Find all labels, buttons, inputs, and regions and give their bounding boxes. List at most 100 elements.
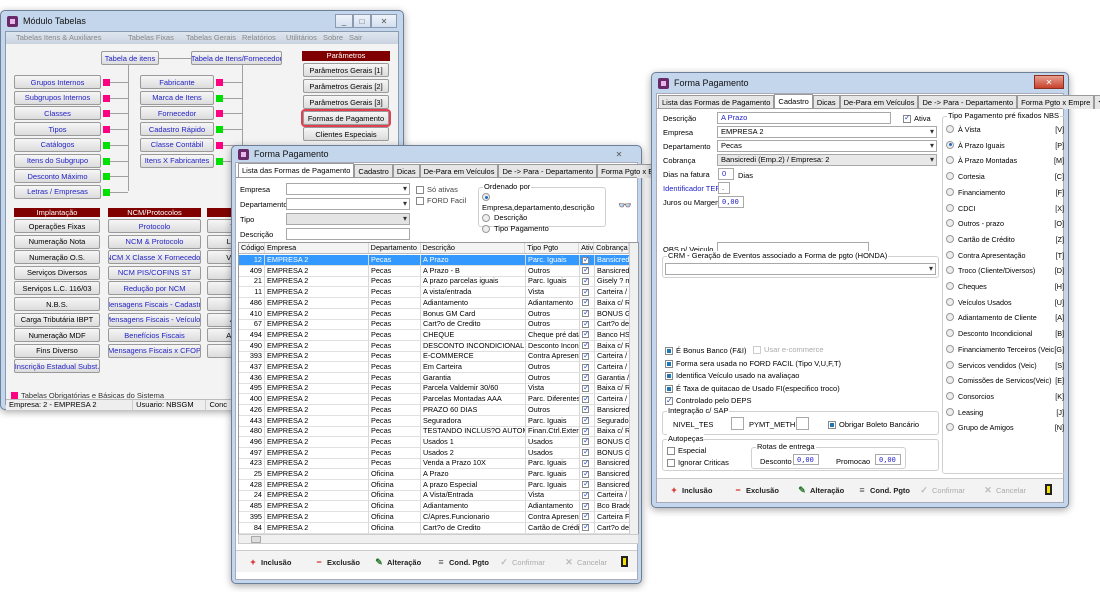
table-row[interactable]: 495 EMPRESA 2 Pecas Parcela Valdemir 30/60 V…	[239, 383, 630, 395]
toolbar-cond-pgto-button[interactable]: ≡ Cond. Pgto	[857, 485, 910, 495]
tab-cadastro[interactable]: Cadastro	[774, 94, 813, 109]
toolbar-cond-pgto-button[interactable]: ≡ Cond. Pgto	[436, 557, 489, 567]
especial-checkbox[interactable]: Especial	[667, 446, 706, 456]
column-header-co-digo[interactable]: Código	[239, 243, 265, 253]
button-carga-tributa-ria-ibpt[interactable]: Carga Tributária IBPT	[14, 312, 100, 327]
button-fins-diverso[interactable]: Fins Diverso	[14, 343, 100, 358]
button-classe-conta-bil[interactable]: Classe Contábil	[140, 137, 214, 152]
button-itens-x-fabricantes[interactable]: Itens X Fabricantes	[140, 153, 214, 168]
column-header-empresa[interactable]: Empresa	[265, 243, 369, 253]
ativa-checkbox[interactable]	[582, 394, 590, 404]
tab-de-para-em-vei-culos[interactable]: De-Para em Veículos	[419, 164, 499, 178]
table-row[interactable]: 409EMPRESA 2PecasA Prazo - BOutros Bansic…	[239, 265, 630, 277]
column-header-ativa[interactable]: Ativa	[579, 243, 595, 253]
exit-door-icon[interactable]	[1045, 484, 1052, 495]
column-header-descric-a-o[interactable]: Descrição	[421, 243, 526, 253]
crm-select[interactable]	[665, 263, 936, 275]
descricao-input[interactable]	[286, 228, 410, 240]
close-button[interactable]: ✕	[1034, 75, 1064, 89]
ativa-checkbox[interactable]	[582, 266, 590, 275]
toolbar-inclusa-o-button[interactable]: + Inclusão	[669, 485, 712, 495]
button-numerac-a-o-mdf[interactable]: Numeração MDF	[14, 328, 100, 343]
table-row[interactable]: 486 EMPRESA 2 Pecas Adiantamento Adiantament…	[239, 297, 630, 309]
horizontal-scrollbar[interactable]	[238, 534, 639, 544]
obrigar-boleto-checkbox[interactable]: Obrigar Boleto Bancário	[828, 420, 919, 430]
dias-input[interactable]: 0	[718, 168, 734, 180]
button-numerac-a-o-o-s[interactable]: Numeração O.S.	[14, 250, 100, 265]
ativa-checkbox[interactable]	[582, 351, 590, 361]
vertical-scrollbar[interactable]	[629, 243, 638, 540]
table-row[interactable]: 480 EMPRESA 2 Pecas TESTANDO INCLUS?O AUTOM…	[239, 426, 630, 438]
table-row[interactable]: 67EMPRESA 2PecasCart?o de CreditoOutros C…	[239, 319, 630, 331]
button-ncm-pis-cofins-st[interactable]: NCM PIS/COFINS ST	[108, 265, 201, 280]
button-tipos[interactable]: Tipos	[14, 122, 101, 137]
ativa-checkbox[interactable]	[582, 437, 590, 446]
close-button[interactable]: ✕	[604, 147, 634, 161]
departamento-select[interactable]	[286, 198, 410, 210]
button-mensagens-fiscais-x-cfop[interactable]: Mensagens Fiscais x CFOP	[108, 343, 201, 358]
tipo-radio-vei-culos-usados[interactable]: Veículos Usados [U]	[946, 297, 1064, 307]
usar-ecommerce-checkbox[interactable]: Usar e-commerce	[753, 345, 824, 355]
button-benefi-cios-fiscais[interactable]: Benefícios Fiscais	[108, 328, 201, 343]
ativa-checkbox[interactable]	[582, 523, 590, 532]
tab-dicas[interactable]: Dicas	[812, 95, 840, 109]
juros-input[interactable]: 0,00	[718, 196, 744, 208]
button-reduc-a-o-por-ncm[interactable]: Redução por NCM	[108, 281, 201, 296]
table-row[interactable]: 393 EMPRESA 2 Pecas E-COMMERCE Contra Aprese…	[239, 351, 630, 363]
button-numerac-a-o-nota[interactable]: Numeração Nota	[14, 234, 100, 249]
table-row[interactable]: 496EMPRESA 2PecasUsados 1Usados BONUS G	[239, 436, 630, 448]
table-row[interactable]: 25EMPRESA 2OficinaA PrazoParc. Iguais Ban…	[239, 469, 630, 480]
table-row[interactable]: 485 EMPRESA 2 Oficina Adiantamento Adiantame…	[239, 501, 630, 513]
ativa-checkbox[interactable]	[582, 405, 590, 414]
button-n-b-s[interactable]: N.B.S.	[14, 297, 100, 311]
table-row[interactable]: 11EMPRESA 2PecasA vista/entradaVista Cart…	[239, 287, 630, 299]
button-cadastro-ra-pido[interactable]: Cadastro Rápido	[140, 122, 214, 137]
toolbar-inclusa-o-button[interactable]: + Inclusão	[248, 557, 291, 567]
table-row[interactable]: 494EMPRESA 2PecasCHEQUECheque pré data Ba…	[239, 329, 630, 341]
tipo-radio-adiantamento-de-cliente[interactable]: Adiantamento de Cliente [A]	[946, 313, 1064, 322]
tipo-radio-leasing[interactable]: Leasing [J]	[946, 407, 1064, 417]
top-button-tabela-de-itens-fornecedor[interactable]: Tabela de Itens/Fornecedor	[191, 51, 282, 65]
tab-lista-das-formas-de-pagamento[interactable]: Lista das Formas de Pagamento	[238, 163, 355, 178]
button-fornecedor[interactable]: Fornecedor	[140, 106, 214, 121]
ordenado-radio-descric-a-o[interactable]: Descrição	[482, 213, 605, 224]
ativa-checkbox[interactable]	[582, 480, 590, 489]
search-glasses-icon[interactable]: 👓	[618, 199, 632, 212]
button-ncm-protocolo[interactable]: NCM & Protocolo	[108, 234, 201, 249]
button-servic-os-l-c-116-03[interactable]: Serviços L.C. 116/03	[14, 281, 100, 296]
ativa-checkbox[interactable]	[582, 319, 590, 329]
desconto-input[interactable]: 0,00	[793, 454, 819, 465]
tipo-radio-consorcios[interactable]: Consorcios [K]	[946, 391, 1064, 401]
button-classes[interactable]: Classes	[14, 106, 101, 121]
tef-input[interactable]: .	[718, 182, 730, 194]
ativa-checkbox[interactable]	[582, 416, 590, 425]
tab-lista-das-formas-de-pagamento[interactable]: Lista das Formas de Pagamento	[658, 95, 775, 109]
so-ativas-checkbox[interactable]: Só ativas	[416, 185, 458, 195]
ordenado-radio-empresa-departamento-descric-a-o[interactable]: Empresa,departamento,descrição	[482, 192, 605, 213]
ativa-checkbox[interactable]	[582, 362, 590, 372]
tab-scroll-arrows[interactable]: ◂▸	[1094, 95, 1100, 109]
tipo-radio-a-prazo-montadas[interactable]: À Prazo Montadas [M]	[946, 156, 1064, 165]
table-row[interactable]: 426EMPRESA 2PecasPRAZO 60 DIASOutros Bans…	[239, 404, 630, 416]
table-row[interactable]: 437EMPRESA 2PecasEm CarteiraOutros Cartei…	[239, 362, 630, 373]
button-mensagens-fiscais-cadastro[interactable]: Mensagens Fiscais - Cadastro	[108, 297, 201, 311]
column-header-departamento[interactable]: Departamento	[369, 243, 421, 253]
checkbox-e-taxa-de-quitacao-de-usado-fi-especifico-troco[interactable]: É Taxa de quitacao de Usado FI(especific…	[665, 383, 841, 396]
tab-de-para-departamento[interactable]: De -> Para - Departamento	[918, 95, 1018, 109]
ativa-checkbox[interactable]	[582, 501, 590, 511]
table-row[interactable]: 423 EMPRESA 2 Pecas Venda a Prazo 10X Parc. …	[239, 458, 630, 470]
empresa-select[interactable]	[286, 183, 410, 195]
toolbar-exclusa-o-button[interactable]: − Exclusão	[314, 557, 360, 567]
button-operac-o-es-fixas[interactable]: Operações Fixas	[14, 219, 100, 233]
tab-de-para-em-vei-culos[interactable]: De-Para em Veículos	[839, 95, 919, 109]
departamento-select[interactable]: Pecas	[717, 140, 937, 152]
button-grupos-internos[interactable]: Grupos Internos	[14, 75, 101, 89]
table-row[interactable]: 21 EMPRESA 2 Pecas A prazo parcelas iguais P…	[239, 276, 630, 288]
title-bar[interactable]: Forma Pagamento	[232, 146, 641, 162]
ativa-checkbox[interactable]	[582, 309, 590, 318]
ativa-checkbox[interactable]	[582, 341, 590, 350]
title-bar[interactable]: Forma Pagamento	[652, 73, 1068, 93]
tipo-radio-cheques[interactable]: Cheques [H]	[946, 282, 1064, 291]
table-row[interactable]: 400 EMPRESA 2 Pecas Parcelas Montadas AAA Pa…	[239, 394, 630, 406]
top-button-tabela-de-itens[interactable]: Tabela de itens	[101, 51, 159, 65]
